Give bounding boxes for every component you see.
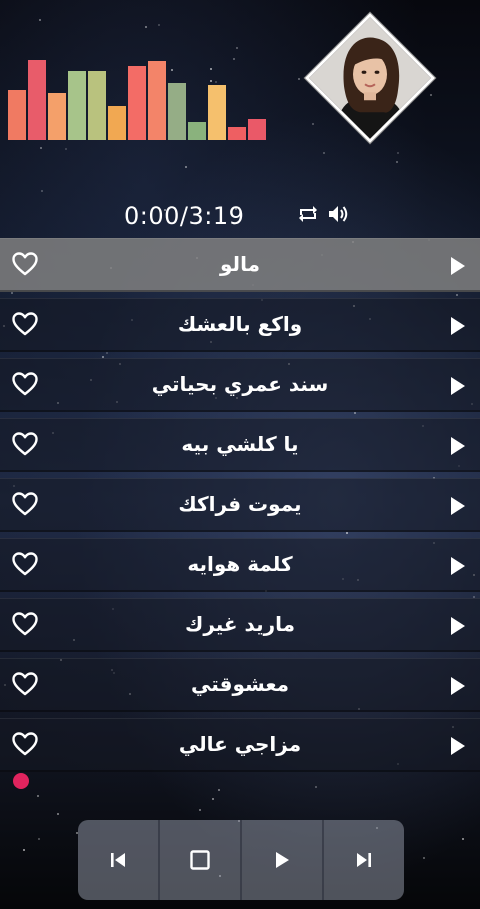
star <box>57 813 59 815</box>
heart-outline-icon[interactable] <box>12 312 38 336</box>
track-title: كلمة هوايه <box>187 552 293 576</box>
star <box>40 147 42 149</box>
play-button[interactable] <box>242 820 324 900</box>
heart-outline-icon[interactable] <box>12 252 38 276</box>
equalizer-visualizer <box>8 40 266 140</box>
track-row[interactable]: سند عمري بحياتي <box>0 358 480 412</box>
track-row[interactable]: مالو <box>0 238 480 292</box>
equalizer-bar <box>128 66 146 140</box>
indicator-dot <box>13 773 29 789</box>
star <box>199 809 201 811</box>
star <box>212 798 214 800</box>
star <box>158 24 160 26</box>
track-row[interactable]: واكع بالعشك <box>0 298 480 352</box>
equalizer-bar <box>208 85 226 140</box>
heart-outline-icon[interactable] <box>12 612 38 636</box>
track-title: معشوقتي <box>190 672 290 696</box>
track-list: مالو واكع بالعشك سند عمري بحياتي يا كلشي بي… <box>0 238 480 778</box>
player-controls <box>78 820 404 900</box>
volume-icon[interactable] <box>326 202 350 226</box>
track-row[interactable]: مزاجي عالي <box>0 718 480 772</box>
star <box>315 786 317 788</box>
star <box>23 849 25 851</box>
play-triangle-icon[interactable] <box>450 376 466 396</box>
star <box>423 857 425 859</box>
star <box>65 148 67 150</box>
playback-time: 0:00/3:19 <box>124 202 245 230</box>
play-triangle-icon[interactable] <box>450 256 466 276</box>
play-triangle-icon[interactable] <box>450 736 466 756</box>
equalizer-bar <box>68 71 86 140</box>
track-title: سند عمري بحياتي <box>151 372 329 396</box>
play-triangle-icon[interactable] <box>450 556 466 576</box>
track-title: واكع بالعشك <box>177 312 303 336</box>
play-triangle-icon[interactable] <box>450 496 466 516</box>
equalizer-bar <box>148 61 166 140</box>
repeat-icon[interactable] <box>296 202 320 226</box>
star <box>39 19 41 21</box>
star <box>145 26 147 28</box>
track-title: يموت فراكك <box>178 492 302 516</box>
heart-outline-icon[interactable] <box>12 672 38 696</box>
track-row[interactable]: ماريد غيرك <box>0 598 480 652</box>
heart-outline-icon[interactable] <box>12 732 38 756</box>
play-triangle-icon[interactable] <box>450 616 466 636</box>
equalizer-bar <box>228 127 246 140</box>
cover-frame <box>304 12 436 144</box>
previous-button[interactable] <box>78 820 160 900</box>
star <box>396 161 398 163</box>
star <box>298 78 300 80</box>
equalizer-bar <box>88 71 106 140</box>
star <box>397 152 399 154</box>
stop-icon <box>190 850 210 870</box>
star <box>185 166 187 168</box>
track-row[interactable]: معشوقتي <box>0 658 480 712</box>
equalizer-bar <box>188 122 206 140</box>
star <box>323 152 325 154</box>
heart-outline-icon[interactable] <box>12 372 38 396</box>
track-title: مالو <box>220 252 260 276</box>
star <box>38 838 40 840</box>
skip-previous-icon <box>111 853 125 867</box>
track-row[interactable]: يا كلشي بيه <box>0 418 480 472</box>
next-button[interactable] <box>324 820 404 900</box>
play-triangle-icon[interactable] <box>450 316 466 336</box>
track-title: مزاجي عالي <box>178 732 302 756</box>
star <box>462 838 464 840</box>
play-triangle-icon[interactable] <box>450 436 466 456</box>
track-title: يا كلشي بيه <box>181 432 299 456</box>
heart-outline-icon[interactable] <box>12 492 38 516</box>
track-row[interactable]: كلمة هوايه <box>0 538 480 592</box>
equalizer-bar <box>248 119 266 140</box>
star <box>37 795 39 797</box>
play-icon <box>276 852 289 868</box>
heart-outline-icon[interactable] <box>12 432 38 456</box>
star <box>218 789 220 791</box>
equalizer-bar <box>168 83 186 140</box>
skip-next-icon <box>357 853 371 867</box>
equalizer-bar <box>48 93 66 140</box>
equalizer-bar <box>108 106 126 140</box>
play-triangle-icon[interactable] <box>450 676 466 696</box>
star <box>41 190 43 192</box>
stop-button[interactable] <box>160 820 242 900</box>
heart-outline-icon[interactable] <box>12 552 38 576</box>
album-cover <box>302 10 438 146</box>
artist-photo <box>304 16 436 144</box>
equalizer-bar <box>28 60 46 140</box>
track-title: ماريد غيرك <box>184 612 296 636</box>
track-row[interactable]: يموت فراكك <box>0 478 480 532</box>
equalizer-bar <box>8 90 26 140</box>
